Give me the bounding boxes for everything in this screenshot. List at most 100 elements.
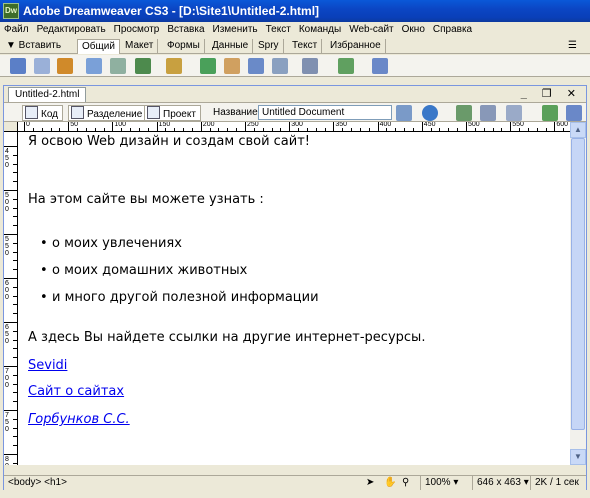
ruler-major-tick bbox=[289, 122, 291, 131]
scroll-down-icon[interactable]: ▼ bbox=[570, 449, 586, 465]
ruler-label: 500 bbox=[5, 192, 9, 213]
comment-icon[interactable] bbox=[248, 58, 264, 74]
menu-file[interactable]: Файл bbox=[0, 22, 33, 38]
hyperlink-icon[interactable] bbox=[10, 58, 26, 74]
horizontal-ruler: 0 50 100 150 200 250 300 350 400 450 500 550 600 bbox=[18, 122, 570, 132]
design-view-button[interactable]: Проект bbox=[144, 105, 201, 121]
table-icon[interactable] bbox=[86, 58, 102, 74]
check-browser-icon[interactable] bbox=[566, 105, 582, 121]
preview-browser-icon[interactable] bbox=[422, 105, 438, 121]
insert-tab-data[interactable]: Данные bbox=[208, 39, 254, 54]
ruler-major-tick bbox=[4, 146, 17, 147]
link-sevidi[interactable]: Sevidi bbox=[28, 358, 67, 373]
menu-view[interactable]: Просмотр bbox=[110, 22, 164, 38]
code-view-icon bbox=[25, 106, 38, 119]
ruler-major-tick bbox=[421, 122, 423, 131]
templates-icon[interactable] bbox=[338, 58, 354, 74]
panel-gap bbox=[0, 77, 590, 85]
insert-tab-common[interactable]: Общий bbox=[77, 39, 120, 54]
ruler-major-tick bbox=[377, 122, 379, 131]
hand-tool-icon[interactable]: ✋ bbox=[384, 476, 396, 490]
insert-bar-toggle[interactable]: ▼ Вставить bbox=[6, 39, 61, 53]
ruler-corner bbox=[4, 122, 18, 132]
ruler-label: 0 bbox=[26, 122, 30, 128]
document-tab-row: Untitled-2.html _ ❐ ✕ bbox=[4, 86, 586, 102]
link-gorbunkov[interactable]: Горбунков С.С. bbox=[28, 412, 130, 427]
head-icon[interactable] bbox=[272, 58, 288, 74]
ruler-major-tick bbox=[4, 366, 17, 367]
vertical-scrollbar[interactable]: ▲ ▼ bbox=[570, 122, 586, 465]
file-management-icon[interactable] bbox=[396, 105, 412, 121]
menu-window[interactable]: Окно bbox=[398, 22, 429, 38]
ruler-label: 450 bbox=[5, 148, 9, 169]
link-site-about-sites[interactable]: Сайт о сайтах bbox=[28, 384, 124, 399]
zoom-tool-icon[interactable]: ⚲ bbox=[402, 476, 409, 490]
title-bar: Dw Adobe Dreamweaver CS3 - [D:\Site1\Unt… bbox=[0, 0, 590, 22]
window-size-select[interactable]: 646 x 463 ▾ bbox=[472, 476, 529, 490]
document-toolbar: Код Разделение Проект Название: bbox=[4, 102, 586, 122]
media-icon[interactable] bbox=[166, 58, 182, 74]
menu-text[interactable]: Текст bbox=[262, 22, 295, 38]
menu-site[interactable]: Web-сайт bbox=[345, 22, 397, 38]
tag-chooser-icon[interactable] bbox=[372, 58, 388, 74]
split-view-icon bbox=[71, 106, 84, 119]
visual-aids-icon[interactable] bbox=[506, 105, 522, 121]
ruler-label: 350 bbox=[335, 122, 348, 128]
ruler-major-tick bbox=[4, 190, 17, 191]
ruler-major-tick bbox=[200, 122, 202, 131]
insert-tab-layout[interactable]: Макет bbox=[121, 39, 159, 54]
ruler-major-tick bbox=[245, 122, 246, 131]
email-link-icon[interactable] bbox=[34, 58, 50, 74]
list-item: о моих домашних животных bbox=[40, 263, 247, 278]
menu-help[interactable]: Справка bbox=[429, 22, 476, 38]
list-item: и много другой полезной информации bbox=[40, 290, 319, 305]
document-title-input[interactable] bbox=[258, 105, 392, 120]
refresh-icon[interactable] bbox=[456, 105, 472, 121]
zoom-select[interactable]: 100% ▾ bbox=[420, 476, 458, 490]
document-window: Untitled-2.html _ ❐ ✕ Код Разделение Про… bbox=[3, 85, 587, 490]
view-options-icon[interactable] bbox=[480, 105, 496, 121]
validate-icon[interactable] bbox=[542, 105, 558, 121]
pointer-tool-icon[interactable]: ➤ bbox=[366, 476, 374, 490]
ruler-major-tick bbox=[466, 122, 467, 131]
ruler-major-tick bbox=[4, 454, 17, 455]
named-anchor-icon[interactable] bbox=[57, 58, 73, 74]
ruler-major-tick bbox=[4, 410, 17, 411]
insert-toolbar bbox=[0, 55, 590, 77]
panel-bottom-grip[interactable] bbox=[0, 490, 590, 498]
ruler-major-tick bbox=[333, 122, 335, 131]
div-icon[interactable] bbox=[110, 58, 126, 74]
menu-insert[interactable]: Вставка bbox=[163, 22, 208, 38]
document-tab[interactable]: Untitled-2.html bbox=[8, 87, 87, 102]
insert-tab-favorites[interactable]: Избранное bbox=[326, 39, 386, 54]
ruler-label: 150 bbox=[158, 122, 171, 128]
date-icon[interactable] bbox=[200, 58, 216, 74]
split-view-button[interactable]: Разделение bbox=[68, 105, 148, 121]
ruler-label: 800 bbox=[5, 456, 9, 465]
insert-tab-forms[interactable]: Формы bbox=[163, 39, 205, 54]
scroll-thumb[interactable] bbox=[571, 138, 585, 430]
ruler-label: 300 bbox=[291, 122, 303, 128]
insert-bar: ▼ Вставить Общий Макет Формы Данные Spry… bbox=[0, 38, 590, 54]
document-title-label: Название: bbox=[213, 107, 261, 118]
tag-selector[interactable]: <body> <h1> bbox=[8, 476, 67, 490]
panel-options-icon[interactable]: ☰ bbox=[568, 40, 577, 51]
menu-commands[interactable]: Команды bbox=[295, 22, 345, 38]
script-icon[interactable] bbox=[302, 58, 318, 74]
scroll-up-icon[interactable]: ▲ bbox=[570, 122, 586, 138]
document-window-controls[interactable]: _ ❐ ✕ bbox=[521, 87, 582, 100]
vertical-ruler: 450 500 550 600 650 700 750 800 bbox=[4, 132, 18, 465]
ruler-major-tick bbox=[24, 122, 25, 131]
server-include-icon[interactable] bbox=[224, 58, 240, 74]
insert-tab-text[interactable]: Текст bbox=[288, 39, 323, 54]
ruler-label: 700 bbox=[5, 368, 9, 389]
design-view[interactable]: Я освою Web дизайн и создам свой сайт! Н… bbox=[18, 132, 570, 465]
menu-modify[interactable]: Изменить bbox=[209, 22, 262, 38]
design-view-icon bbox=[147, 106, 160, 119]
insert-tab-spry[interactable]: Spry bbox=[254, 39, 284, 54]
code-view-button[interactable]: Код bbox=[22, 105, 64, 121]
image-icon[interactable] bbox=[135, 58, 151, 74]
ruler-label: 750 bbox=[5, 412, 9, 433]
menu-edit[interactable]: Редактировать bbox=[33, 22, 110, 38]
ruler-major-tick bbox=[156, 122, 158, 131]
